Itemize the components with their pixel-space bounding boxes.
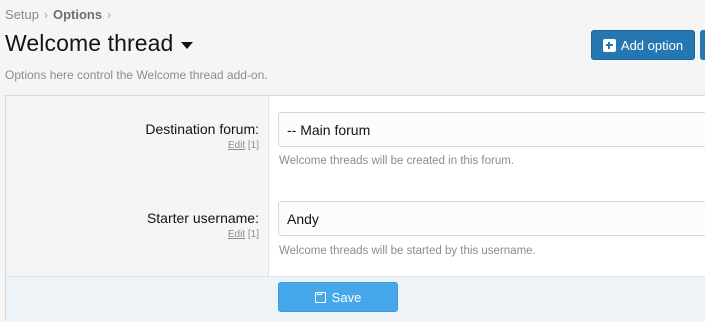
starter-username-hint: Welcome threads will be started by this …	[279, 245, 536, 257]
edit-count: [1]	[247, 140, 259, 151]
page-title: Welcome thread	[5, 30, 174, 56]
secondary-header-button[interactable]	[700, 30, 705, 60]
add-option-label: Add option	[620, 37, 684, 53]
breadcrumb-separator: ›	[107, 7, 112, 22]
caret-down-icon[interactable]	[181, 41, 194, 49]
submit-row: Save	[6, 276, 705, 321]
starter-username-label: Starter username:	[146, 210, 259, 226]
destination-forum-label-group: Destination forum: Edit [1]	[145, 121, 259, 151]
plus-square-icon	[602, 38, 616, 52]
starter-username-input[interactable]: Andy	[278, 201, 705, 236]
options-form: Destination forum: Edit [1] Starter user…	[5, 95, 705, 321]
edit-line: Edit [1]	[145, 140, 259, 151]
label-column: Destination forum: Edit [1] Starter user…	[6, 96, 269, 276]
starter-username-label-group: Starter username: Edit [1]	[147, 210, 259, 240]
breadcrumb-item-setup[interactable]: Setup	[5, 7, 39, 22]
page-description: Options here control the Welcome thread …	[5, 68, 268, 82]
save-button[interactable]: Save	[278, 282, 398, 312]
destination-forum-label: Destination forum:	[145, 121, 259, 137]
edit-link[interactable]: Edit	[228, 140, 245, 151]
destination-forum-hint: Welcome threads will be created in this …	[279, 155, 514, 167]
breadcrumb-item-options[interactable]: Options	[53, 7, 102, 22]
edit-line: Edit [1]	[147, 229, 259, 240]
title-row[interactable]: Welcome thread	[5, 30, 194, 57]
edit-count: [1]	[247, 229, 259, 240]
save-label: Save	[331, 289, 362, 305]
breadcrumb: Setup › Options ›	[5, 7, 111, 22]
edit-link[interactable]: Edit	[228, 229, 245, 240]
destination-forum-select[interactable]: -- Main forum	[278, 112, 705, 147]
add-option-button[interactable]: Add option	[591, 30, 695, 60]
breadcrumb-separator: ›	[43, 7, 48, 22]
page: Setup › Options › Welcome thread Options…	[0, 0, 705, 322]
save-icon	[314, 291, 326, 303]
